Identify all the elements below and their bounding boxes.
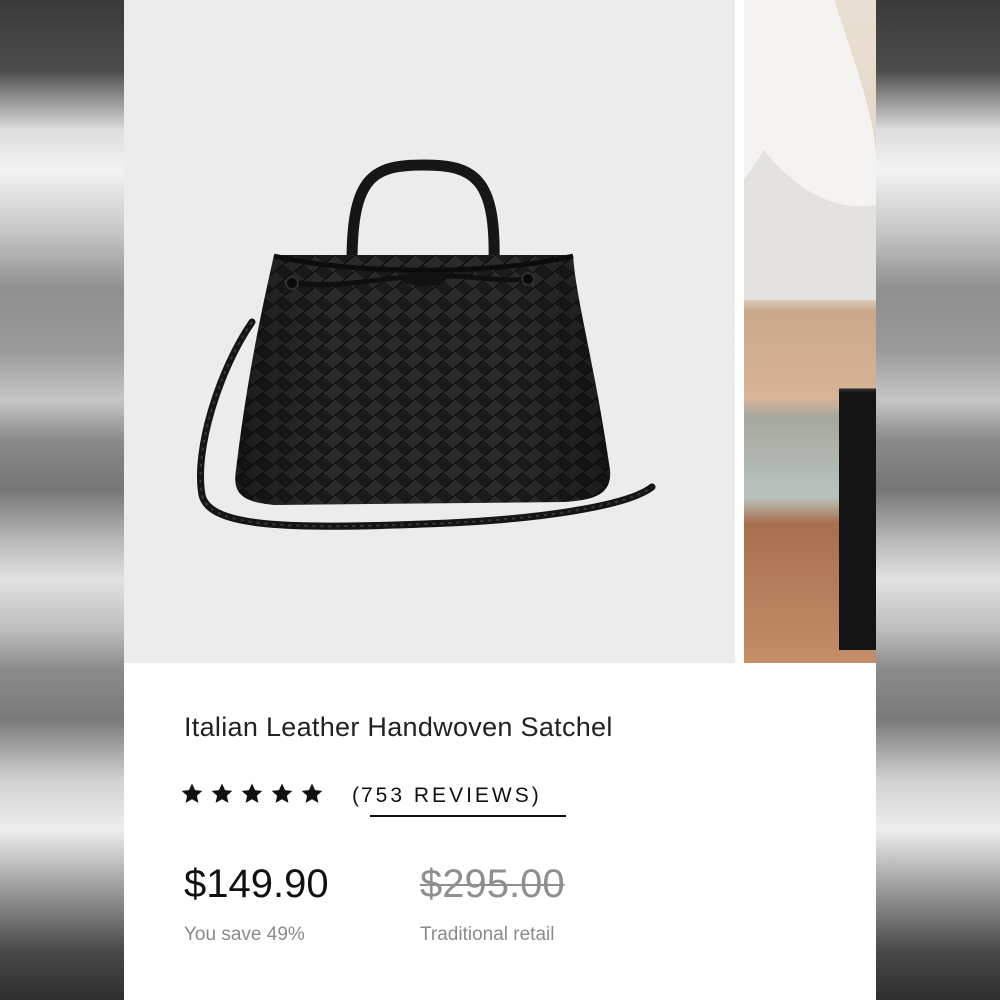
star-icon bbox=[241, 783, 263, 803]
retail-label: Traditional retail bbox=[420, 924, 555, 945]
retail-price: $295.00 bbox=[420, 862, 565, 906]
satchel-bag-image bbox=[197, 159, 656, 530]
savings-text: You save 49% bbox=[184, 924, 305, 945]
reviews-word: REVIEWS bbox=[413, 784, 532, 807]
product-image-main[interactable] bbox=[124, 0, 735, 663]
star-icon bbox=[301, 783, 323, 803]
star-icon bbox=[181, 783, 203, 803]
background-blur-right bbox=[876, 0, 1000, 1000]
model-with-bag-image bbox=[744, 0, 876, 650]
product-card: Italian Leather Handwoven Satchel (753 R… bbox=[124, 0, 876, 1000]
reviews-link-underline bbox=[370, 815, 566, 817]
star-icon bbox=[271, 783, 293, 803]
reviews-link[interactable]: (753 REVIEWS) bbox=[352, 784, 541, 808]
background-blur-left bbox=[0, 0, 125, 1000]
sale-price: $149.90 bbox=[184, 862, 329, 906]
star-icon bbox=[211, 783, 233, 803]
product-title: Italian Leather Handwoven Satchel bbox=[184, 712, 613, 742]
star-rating bbox=[180, 782, 324, 806]
reviews-count: 753 bbox=[361, 784, 406, 807]
product-image-carousel[interactable] bbox=[124, 0, 876, 663]
product-image-secondary[interactable] bbox=[744, 0, 876, 663]
